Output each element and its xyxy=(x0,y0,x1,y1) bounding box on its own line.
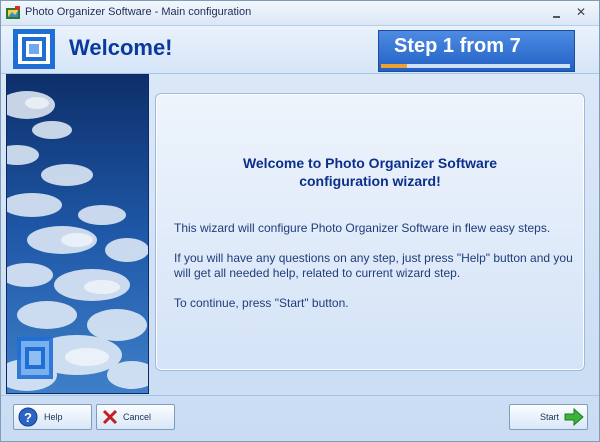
cancel-button-label: Cancel xyxy=(123,412,152,422)
footer-divider xyxy=(1,395,599,396)
step-indicator: Step 1 from 7 xyxy=(394,35,521,57)
step-banner: Step 1 from 7 xyxy=(378,30,575,72)
step-progress-fill xyxy=(381,64,408,68)
red-x-icon xyxy=(102,409,118,425)
start-button-label: Start xyxy=(540,412,560,422)
sky-side-image xyxy=(6,74,149,394)
nested-squares-logo-icon xyxy=(13,29,55,69)
help-paragraph: If you will have any questions on any st… xyxy=(174,251,573,280)
title-bar[interactable]: Photo Organizer Software - Main configur… xyxy=(1,1,599,26)
question-mark-icon: ? xyxy=(18,407,38,427)
close-button[interactable]: ✕ xyxy=(573,5,589,21)
app-icon xyxy=(6,6,20,19)
welcome-panel: Welcome to Photo Organizer Software conf… xyxy=(155,93,585,371)
intro-paragraph: This wizard will configure Photo Organiz… xyxy=(174,221,551,235)
wizard-window: Photo Organizer Software - Main configur… xyxy=(0,0,600,442)
start-button[interactable]: Start xyxy=(509,404,588,430)
nested-squares-watermark-icon xyxy=(17,337,53,379)
panel-title: Welcome to Photo Organizer Software conf… xyxy=(156,154,584,190)
continue-paragraph: To continue, press "Start" button. xyxy=(174,296,349,310)
panel-title-line2: configuration wizard! xyxy=(299,173,441,189)
help-button[interactable]: ? Help xyxy=(13,404,92,430)
wizard-header: Welcome! Step 1 from 7 xyxy=(1,26,599,74)
cancel-button[interactable]: Cancel xyxy=(96,404,175,430)
help-button-label: Help xyxy=(44,412,63,422)
window-title: Photo Organizer Software - Main configur… xyxy=(25,6,252,18)
panel-title-line1: Welcome to Photo Organizer Software xyxy=(242,155,498,171)
svg-text:?: ? xyxy=(24,410,32,425)
step-progress-bar xyxy=(381,64,570,68)
minimize-button[interactable] xyxy=(549,5,565,21)
green-arrow-right-icon xyxy=(564,408,584,426)
page-title: Welcome! xyxy=(69,35,173,60)
